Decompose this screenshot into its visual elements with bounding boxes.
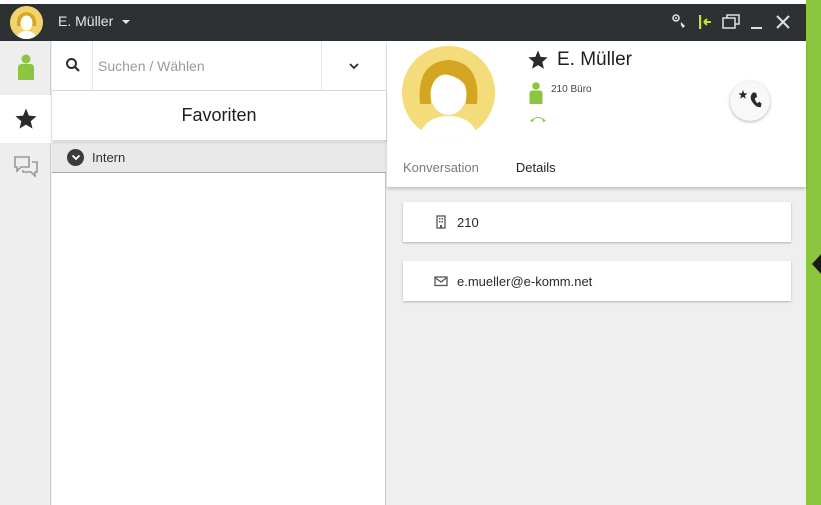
favorites-header: Favoriten	[52, 91, 386, 140]
nav-rail	[0, 41, 51, 505]
group-expand-icon[interactable]	[67, 148, 84, 166]
app-window: E. Müller Suchen / Wählen Favoriten Inte…	[0, 4, 806, 505]
rail-item-favorites[interactable]	[0, 95, 51, 143]
phone-star-icon	[738, 90, 762, 108]
phone-detail-card[interactable]: 210	[403, 202, 791, 242]
chevron-down-icon	[349, 63, 359, 70]
phone-detail-value[interactable]: 210	[457, 215, 479, 230]
contact-tabs: Konversation Details	[403, 160, 556, 175]
favorites-panel: Favoriten Intern	[52, 41, 386, 505]
contact-profile: E. Müller 210 Büro Konversation Details	[387, 41, 806, 187]
rail-item-contacts[interactable]	[0, 43, 51, 91]
contact-extension: 210 Büro	[551, 84, 592, 95]
window-controls	[670, 12, 792, 32]
group-label: Intern	[92, 149, 126, 165]
search-icon[interactable]	[65, 57, 81, 73]
pin-icon[interactable]	[696, 13, 714, 31]
tab-details[interactable]: Details	[516, 160, 556, 175]
search-bar	[52, 41, 386, 91]
group-row-intern[interactable]: Intern	[52, 142, 386, 173]
window-mode-icon[interactable]	[722, 13, 740, 31]
chat-icon	[13, 156, 38, 178]
contact-status-row: 210 Büro	[529, 82, 592, 104]
contact-name-row: E. Müller	[527, 49, 632, 71]
favorite-star-icon[interactable]	[527, 49, 549, 71]
email-detail-card[interactable]: e.mueller@e-komm.net	[403, 261, 791, 301]
minimize-icon[interactable]	[748, 13, 766, 31]
rail-item-chats[interactable]	[0, 143, 51, 191]
settings-phone-icon[interactable]	[670, 13, 688, 31]
building-phone-icon	[436, 215, 446, 229]
search-input[interactable]	[92, 41, 320, 91]
star-icon	[15, 108, 36, 129]
close-icon[interactable]	[774, 13, 792, 31]
person-icon	[17, 54, 34, 80]
tab-konversation[interactable]: Konversation	[403, 160, 479, 175]
contact-avatar	[402, 46, 495, 139]
search-dropdown-button[interactable]	[321, 41, 386, 91]
presence-person-icon	[529, 82, 543, 104]
contact-detail-panel: E. Müller 210 Büro Konversation Details …	[387, 41, 806, 505]
email-detail-value[interactable]: e.mueller@e-komm.net	[457, 274, 592, 289]
mail-icon	[434, 276, 448, 287]
user-avatar[interactable]	[10, 6, 43, 39]
title-bar: E. Müller	[0, 4, 806, 41]
collapse-arrow-icon[interactable]	[812, 253, 821, 275]
user-name[interactable]: E. Müller	[58, 13, 113, 29]
phone-status-icon	[529, 110, 547, 128]
contact-name: E. Müller	[557, 49, 632, 70]
user-menu-caret-icon[interactable]	[122, 20, 130, 24]
favorite-call-button[interactable]	[730, 81, 770, 121]
